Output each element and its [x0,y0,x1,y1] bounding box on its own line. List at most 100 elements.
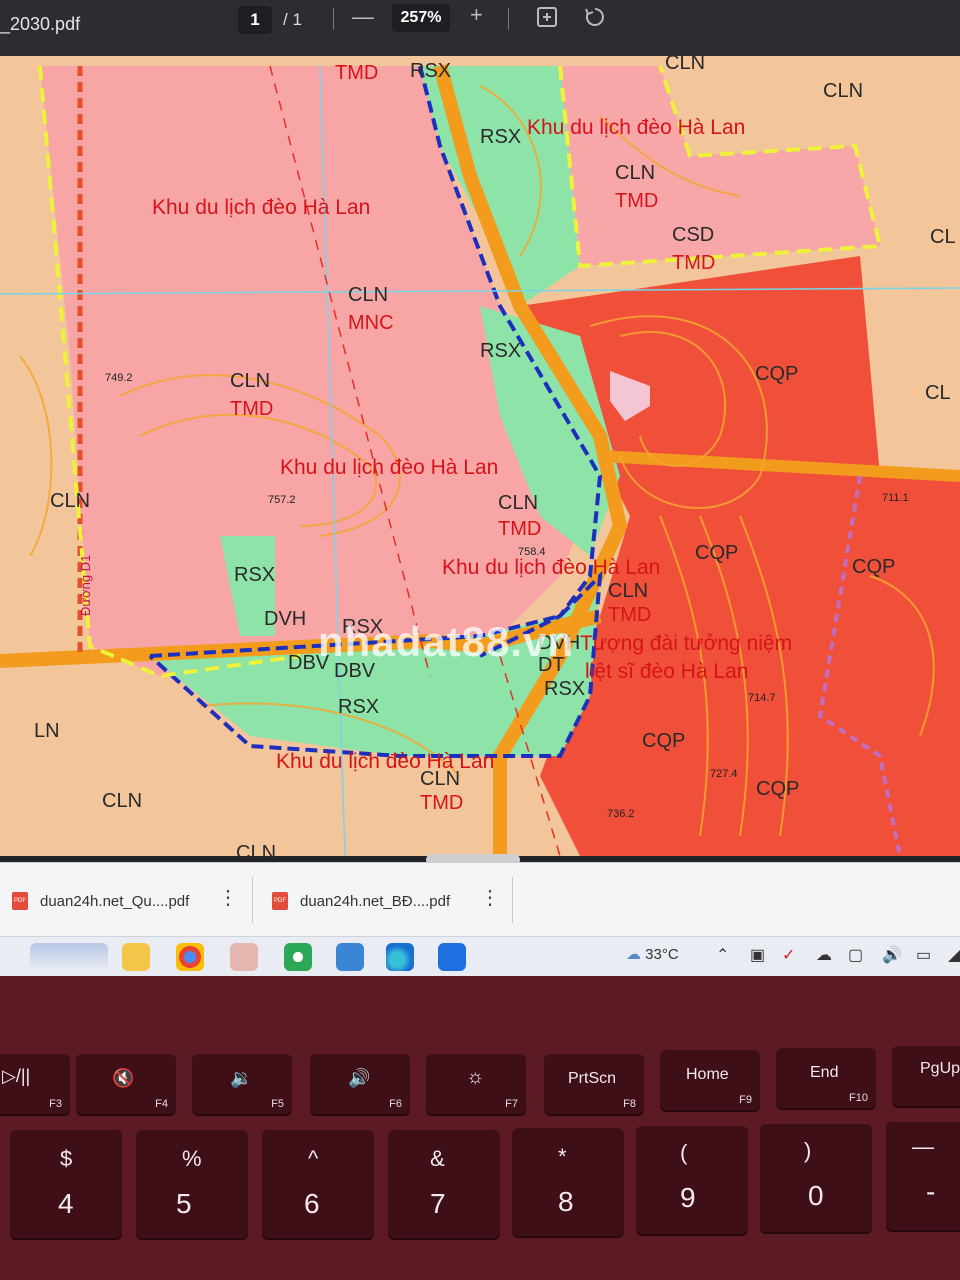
page-total: / 1 [283,10,302,29]
zone-label: Tượng đài tưởng niệm [580,632,793,655]
elevation-label: 711.1 [882,492,909,504]
edge-icon[interactable] [386,943,414,971]
key-f6[interactable]: 🔊 F6 [310,1054,410,1116]
key-minus[interactable]: — - [886,1122,960,1232]
map-code-label: TMD [672,252,716,274]
key-f7[interactable]: ☼ F7 [426,1054,526,1116]
map-code-label: LN [34,720,60,742]
map-code-label: RSX [544,678,586,700]
page-number-input[interactable]: 1 [238,6,272,34]
map-code-label: TMD [615,190,659,212]
cloud-sync-icon[interactable]: ☁ [816,945,832,965]
zoom-out-button[interactable]: — [352,4,374,30]
elevation-label: 714.7 [748,692,776,704]
tab-divider [512,877,513,923]
more-options-icon[interactable]: ⋮ [480,885,500,910]
map-code-label: RSX [480,340,522,362]
key-pgup[interactable]: PgUp [892,1046,960,1108]
app-icon[interactable] [284,943,312,971]
zone-label: Khu du lịch đèo Hà Lan [442,556,661,579]
zoom-in-button[interactable]: + [470,2,483,28]
key-5[interactable]: % 5 [136,1130,248,1240]
widgets-icon[interactable] [30,943,108,971]
zoom-level-input[interactable]: 257% [392,4,450,32]
app-icon[interactable] [230,943,258,971]
map-code-label: TMD [420,792,464,814]
zalo-icon[interactable] [438,943,466,971]
map-code-label: CSD [672,224,715,246]
map-code-label: CL [930,226,956,248]
key-8[interactable]: * 8 [512,1128,624,1238]
map-code-label: CLN [608,580,649,602]
map-code-label: CLN [102,790,143,812]
security-icon[interactable]: ▢ [848,945,863,965]
map-code-label: RSX [410,60,452,82]
key-f9[interactable]: Home F9 [660,1050,760,1112]
network-icon[interactable]: ◢ [948,945,960,965]
zone-label: Khu du lịch đèo Hà Lan [276,750,495,773]
map-code-label: RSX [338,696,380,718]
temperature: 33°C [645,946,679,963]
map-code-label: MNC [348,312,394,334]
zone-label: liệt sĩ đèo Hà Lan [585,660,749,683]
key-f3[interactable]: ▷/|| F3 [0,1054,70,1116]
map-code-label: CQP [852,556,896,578]
elevation-label: 736.2 [607,808,635,820]
map-code-label: CQP [756,778,800,800]
map-code-label: CLN [823,80,864,102]
key-9[interactable]: (9 [636,1126,748,1236]
photos-icon[interactable] [336,943,364,971]
download-bar: PDF duan24h.net_Qu....pdf ⋮ PDF duan24h.… [0,862,960,937]
tab-divider [252,877,253,923]
download-item[interactable]: PDF duan24h.net_Qu....pdf [12,881,189,921]
map-code-label: TMD [230,398,274,420]
download-item[interactable]: PDF duan24h.net_BĐ....pdf [272,881,450,921]
pdf-file-icon: PDF [272,892,288,910]
elevation-label: 757.2 [268,494,296,506]
toolbar-divider [508,8,509,30]
key-f5[interactable]: 🔉 F5 [192,1054,292,1116]
key-f4[interactable]: 🔇 F4 [76,1054,176,1116]
file-explorer-icon[interactable] [122,943,150,971]
battery-icon[interactable]: ▭ [916,945,931,965]
land-use-map[interactable]: TMD RSX CLN CLN RSX CLN TMD CSD TMD CL C… [0,52,960,864]
map-code-label: RSX [234,564,276,586]
elevation-label: 758.4 [518,546,546,558]
pdf-file-name: _2030.pdf [0,14,81,34]
zone-label: Khu du lịch đèo Hà Lan [152,196,371,219]
key-6[interactable]: ^ 6 [262,1130,374,1240]
download-item-label: duan24h.net_BĐ....pdf [300,892,451,910]
map-code-label: CLN [615,162,656,184]
key-f8[interactable]: PrtScn F8 [544,1054,644,1116]
key-0[interactable]: ) 0 [760,1124,872,1234]
volume-icon[interactable]: 🔊 [882,945,902,965]
key-4[interactable]: $4 [10,1130,122,1240]
map-code-label: TMD [335,62,379,84]
chevron-up-icon[interactable]: ⌃ [716,945,729,965]
pdf-toolbar: _2030.pdf 1 / 1 — 257% + [0,0,960,60]
chrome-icon[interactable] [176,943,204,971]
map-code-label: TMD [608,604,652,626]
pdf-file-icon: PDF [12,892,28,910]
map-code-label: CLN [665,52,706,74]
download-item-label: duan24h.net_Qu....pdf [40,892,190,910]
fit-page-icon[interactable] [536,6,558,34]
watermark: nhadat88.vn [318,618,575,665]
elevation-label: 727.4 [710,768,738,780]
cloud-icon: ☁ [626,946,641,963]
key-f10[interactable]: End F10 [776,1048,876,1110]
map-code-label: DVH [264,608,307,630]
rotate-icon[interactable] [584,6,606,34]
map-code-label: CL [925,382,951,404]
more-options-icon[interactable]: ⋮ [218,885,238,910]
key-7[interactable]: & 7 [388,1130,500,1240]
elevation-label: 749.2 [105,372,133,384]
weather-widget[interactable]: ☁ 33°C [626,945,679,963]
antivirus-icon[interactable]: ✓ [782,945,795,965]
meet-icon[interactable]: ▣ [750,945,765,965]
map-code-label: CLN [230,370,271,392]
map-code-label: CQP [695,542,739,564]
map-code-label: CLN [50,490,91,512]
keyboard: ▷/|| F3 🔇 F4 🔉 F5 🔊 F6 ☼ F7 PrtScn F8 Home F9 E… [0,976,960,1280]
map-code-label: CLN [348,284,389,306]
